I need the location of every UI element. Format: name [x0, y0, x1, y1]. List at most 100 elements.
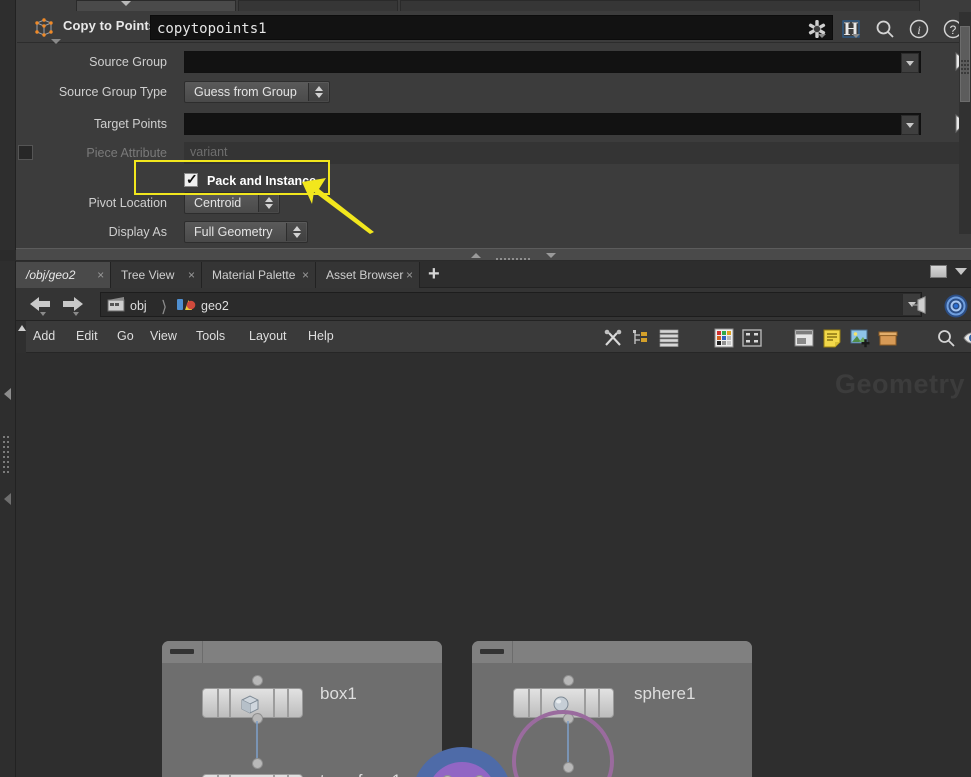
- param-label: Piece Attribute: [86, 146, 167, 160]
- node-input-port[interactable]: [563, 675, 574, 686]
- obj-network-icon: [107, 296, 125, 315]
- chevron-down-icon[interactable]: [901, 53, 919, 73]
- hierarchy-icon[interactable]: [630, 327, 652, 349]
- param-row-pivot-location: Pivot Location Centroid: [17, 192, 971, 219]
- menu-spinner-icon[interactable]: [308, 83, 328, 101]
- info-icon[interactable]: i: [907, 17, 931, 41]
- node-input-port[interactable]: [563, 762, 574, 773]
- node-name-input[interactable]: [150, 15, 833, 40]
- menu-edit[interactable]: Edit: [76, 329, 98, 343]
- pane-splitter[interactable]: [16, 248, 971, 264]
- menu-scroll-up-button[interactable]: [16, 321, 26, 353]
- network-path-bar: obj ⟩ geo2: [16, 288, 971, 321]
- menu-spinner-icon[interactable]: [258, 194, 278, 212]
- target-points-input[interactable]: [184, 113, 921, 135]
- piece-attribute-value: variant: [190, 145, 228, 159]
- search-icon[interactable]: [935, 327, 957, 349]
- parameter-tab-stub-2[interactable]: [238, 0, 398, 11]
- box-sop-icon: [237, 693, 263, 715]
- back-history-caret-icon[interactable]: [40, 312, 46, 316]
- network-path-field[interactable]: obj ⟩ geo2: [100, 292, 922, 317]
- maximize-pane-button[interactable]: [930, 265, 947, 278]
- crate-icon[interactable]: [877, 327, 899, 349]
- close-icon[interactable]: ×: [302, 268, 309, 282]
- tab-obj-geo2[interactable]: /obj/geo2 ×: [16, 262, 111, 288]
- node-box1[interactable]: [202, 688, 303, 718]
- network-canvas[interactable]: Geometry box1 sphere1: [16, 353, 971, 777]
- parameter-tab-stub-active[interactable]: [76, 0, 236, 11]
- wire-box1-transform1: [256, 721, 258, 761]
- houdini-window: Copy to Points H: [0, 0, 971, 777]
- node-label-sphere1: sphere1: [634, 684, 696, 703]
- tab-bar-controls: [930, 265, 967, 278]
- menu-value: Centroid: [194, 196, 242, 210]
- network-toolbar-group-1: [599, 326, 683, 349]
- breadcrumb-separator-icon: ⟩: [161, 299, 168, 316]
- splitter-collapse-down-icon[interactable]: [546, 253, 556, 258]
- menu-add[interactable]: Add: [33, 329, 55, 343]
- pin-icon[interactable]: [911, 296, 933, 314]
- breadcrumb-geo2[interactable]: geo2: [176, 293, 229, 318]
- network-tab-bar: /obj/geo2 × Tree View × Material Palette…: [16, 261, 971, 288]
- network-editor-pane: /obj/geo2 × Tree View × Material Palette…: [0, 261, 971, 777]
- rail-collapse-left-icon[interactable]: [4, 388, 11, 400]
- chevron-down-icon[interactable]: [901, 115, 919, 135]
- breadcrumb-obj[interactable]: obj: [107, 293, 147, 318]
- menu-view[interactable]: View: [150, 329, 177, 343]
- svg-text:?: ?: [950, 23, 957, 37]
- chevron-down-icon[interactable]: [955, 268, 967, 275]
- sticky-note-icon[interactable]: [821, 327, 843, 349]
- netbox-header[interactable]: [162, 641, 442, 663]
- add-image-icon[interactable]: [849, 327, 871, 349]
- tab-label: /obj/geo2: [26, 268, 76, 282]
- display-eye-icon[interactable]: [963, 327, 971, 349]
- node-type-label: Copy to Points: [63, 18, 157, 33]
- param-label: Source Group Type: [58, 85, 167, 99]
- rail-collapse-down-icon[interactable]: [4, 493, 11, 505]
- parameter-pane-scrollbar[interactable]: [959, 12, 971, 234]
- source-group-type-menu[interactable]: Guess from Group: [184, 81, 330, 103]
- netbox-minimize-icon[interactable]: [480, 649, 504, 654]
- target-icon[interactable]: [943, 293, 969, 319]
- node-input-port[interactable]: [252, 758, 263, 769]
- tools-icon[interactable]: [602, 327, 624, 349]
- network-toolbar-group-2: [710, 326, 766, 349]
- tab-label: Tree View: [121, 268, 175, 282]
- close-icon[interactable]: ×: [406, 268, 413, 282]
- parameter-header-icons: H i ?: [805, 16, 965, 42]
- color-palette-icon[interactable]: [713, 327, 735, 349]
- layers-icon[interactable]: [658, 327, 680, 349]
- add-tab-button[interactable]: +: [428, 264, 440, 284]
- menu-go[interactable]: Go: [117, 329, 134, 343]
- param-row-source-group-type: Source Group Type Guess from Group: [17, 81, 971, 108]
- panel-layout-icon[interactable]: [793, 327, 815, 349]
- source-group-input[interactable]: [184, 51, 921, 73]
- pivot-location-menu[interactable]: Centroid: [184, 192, 280, 214]
- close-icon[interactable]: ×: [188, 268, 195, 282]
- tab-material-palette[interactable]: Material Palette ×: [202, 262, 316, 288]
- houdini-h-icon[interactable]: H: [839, 17, 863, 41]
- parameter-tab-stub-3[interactable]: [400, 0, 920, 11]
- tab-asset-browser[interactable]: Asset Browser ×: [316, 262, 420, 288]
- netbox-header[interactable]: [472, 641, 752, 663]
- node-input-port[interactable]: [252, 675, 263, 686]
- param-label: Display As: [108, 225, 167, 239]
- param-row-source-group: Source Group: [17, 51, 971, 78]
- netbox-minimize-icon[interactable]: [170, 649, 194, 654]
- back-arrow-icon[interactable]: [28, 294, 52, 314]
- node-header-caret-icon[interactable]: [51, 39, 61, 44]
- gear-asterisk-icon[interactable]: [805, 17, 829, 41]
- display-as-menu[interactable]: Full Geometry: [184, 221, 308, 243]
- close-icon[interactable]: ×: [97, 268, 104, 282]
- tab-tree-view[interactable]: Tree View ×: [111, 262, 202, 288]
- node-header-row: Copy to Points H: [17, 12, 971, 44]
- search-icon[interactable]: [873, 17, 897, 41]
- menu-help[interactable]: Help: [308, 329, 334, 343]
- network-pane-left-rail: [0, 261, 16, 777]
- menu-layout[interactable]: Layout: [249, 329, 287, 343]
- node-layout-icon[interactable]: [741, 327, 763, 349]
- forward-arrow-icon[interactable]: [61, 294, 85, 314]
- forward-history-caret-icon[interactable]: [73, 312, 79, 316]
- menu-tools[interactable]: Tools: [196, 329, 225, 343]
- splitter-collapse-up-icon[interactable]: [471, 253, 481, 258]
